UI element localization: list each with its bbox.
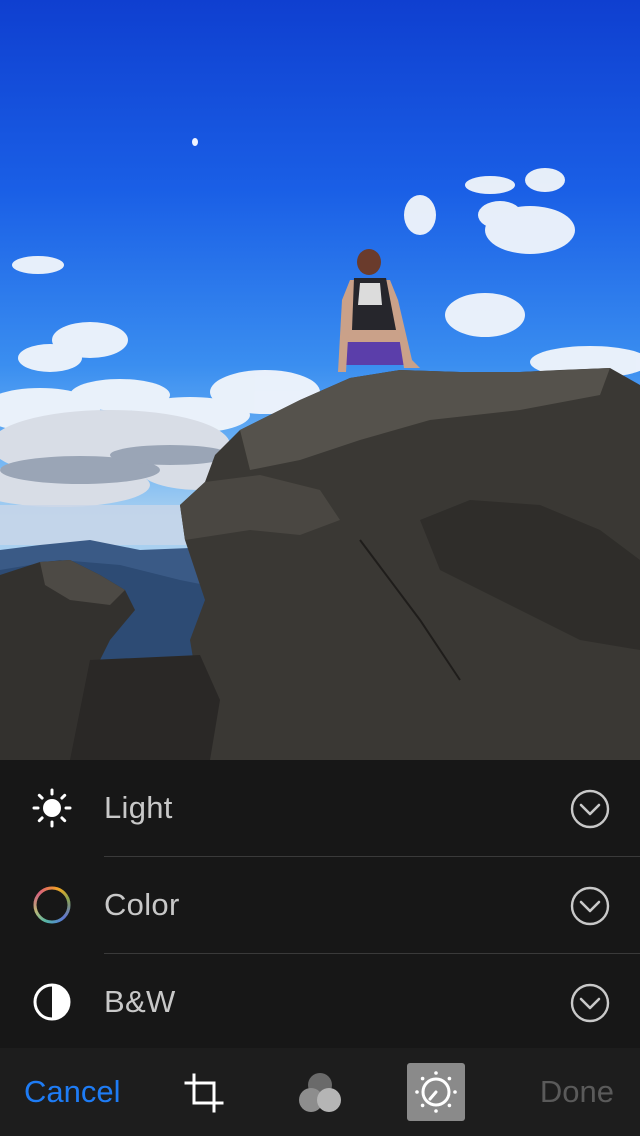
crop-icon[interactable] bbox=[184, 1073, 224, 1113]
adjust-button[interactable] bbox=[407, 1063, 465, 1121]
adjustments-panel: Light Color B&W bbox=[0, 760, 640, 1048]
adjustment-label-light: Light bbox=[104, 790, 173, 825]
chevron-down-icon[interactable] bbox=[570, 789, 610, 829]
adjustment-row-color[interactable]: Color bbox=[0, 857, 640, 953]
chevron-down-icon[interactable] bbox=[570, 983, 610, 1023]
done-button[interactable]: Done bbox=[540, 1048, 614, 1136]
adjustment-row-bw[interactable]: B&W bbox=[0, 954, 640, 1050]
chevron-down-icon[interactable] bbox=[570, 886, 610, 926]
contrast-icon bbox=[33, 983, 71, 1021]
bottom-toolbar: Cancel Done bbox=[0, 1048, 640, 1136]
cancel-button[interactable]: Cancel bbox=[24, 1048, 121, 1136]
color-wheel-icon bbox=[33, 886, 71, 924]
photo-image bbox=[0, 138, 640, 760]
sun-icon bbox=[32, 788, 72, 828]
photo-preview bbox=[0, 0, 640, 760]
adjust-icon bbox=[415, 1071, 457, 1113]
filters-icon[interactable] bbox=[296, 1071, 344, 1115]
adjustment-row-light[interactable]: Light bbox=[0, 760, 640, 856]
adjustment-label-bw: B&W bbox=[104, 984, 176, 1019]
adjustment-label-color: Color bbox=[104, 887, 180, 922]
